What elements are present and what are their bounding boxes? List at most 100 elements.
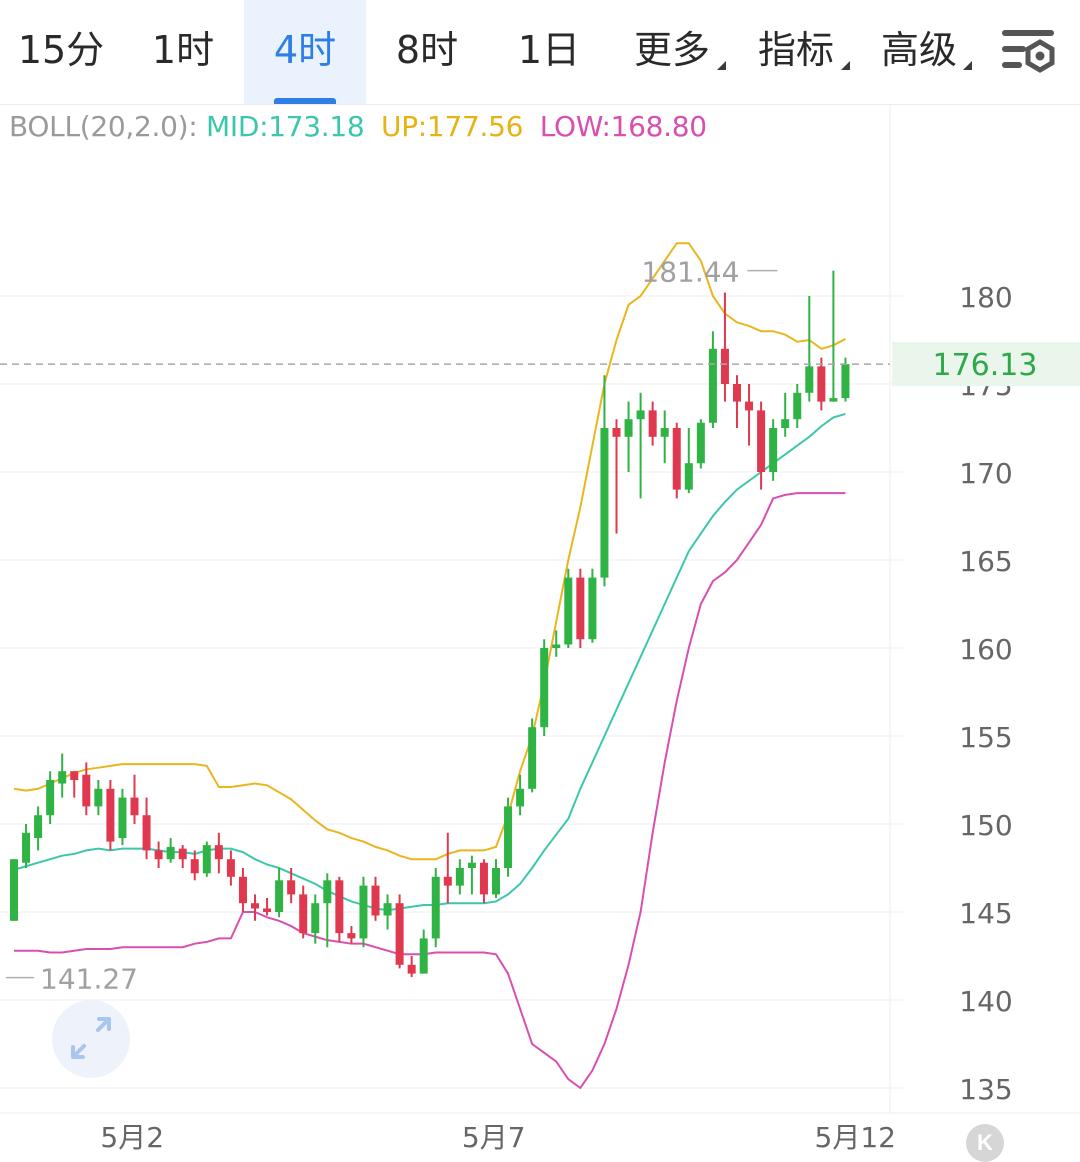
dropdown-caret-icon <box>717 61 726 70</box>
candle-body <box>696 422 705 464</box>
candle-body <box>564 577 573 645</box>
candle-body <box>10 859 18 921</box>
candle-body <box>82 774 91 807</box>
candle-body <box>311 903 320 934</box>
candle-body <box>516 788 525 807</box>
candle-body <box>612 428 621 437</box>
candle-body <box>323 880 332 904</box>
candle-body <box>371 885 380 916</box>
candle-body <box>552 644 561 648</box>
candle-body <box>299 894 308 934</box>
x-tick-label: 5月2 <box>100 1121 164 1154</box>
candle-body <box>479 862 488 895</box>
candle-body <box>720 348 729 384</box>
candle-body <box>745 401 754 411</box>
tab-1hour[interactable]: 1时 <box>122 0 244 104</box>
kline-logo-button[interactable]: K <box>966 1124 1004 1162</box>
candle-body <box>383 903 392 916</box>
candle-body <box>70 771 79 780</box>
candle-body <box>34 815 43 839</box>
candle-body <box>733 384 741 402</box>
boll-mid-line <box>13 412 846 912</box>
period-toolbar: 15分 1时 4时 8时 1日 更多 指标 高级 <box>0 0 1080 105</box>
y-tick-label: 170 <box>959 457 1012 490</box>
boll-lower-band-line <box>14 492 846 1090</box>
candle-body <box>467 862 476 868</box>
candle-body <box>94 788 103 807</box>
max-price-label: 181.44 <box>641 256 739 289</box>
candle-body <box>708 348 717 423</box>
y-tick-label: 135 <box>959 1073 1012 1106</box>
tab-4hour[interactable]: 4时 <box>244 0 366 104</box>
y-tick-label: 165 <box>959 545 1012 578</box>
candle-body <box>684 463 693 490</box>
candle-body <box>359 885 368 939</box>
candle-body <box>238 876 247 904</box>
candle-body <box>672 428 681 490</box>
candle-body <box>407 964 416 974</box>
candle-body <box>600 428 609 578</box>
candle-body <box>443 876 452 886</box>
tab-indicators-dropdown[interactable]: 指标 <box>734 0 858 104</box>
dropdown-caret-icon <box>841 61 850 70</box>
candle-body <box>251 903 259 909</box>
tab-1day[interactable]: 1日 <box>488 0 610 104</box>
candle-body <box>106 788 115 842</box>
candle-body <box>757 410 766 472</box>
boll-upper-band-line <box>13 242 846 861</box>
tab-15min[interactable]: 15分 <box>0 0 122 104</box>
candle-body <box>178 848 187 860</box>
candle-body <box>805 366 814 393</box>
fullscreen-button[interactable] <box>52 1000 130 1078</box>
candle-body <box>528 727 537 789</box>
y-tick-label: 160 <box>959 633 1012 666</box>
candle-body <box>829 398 838 402</box>
candle-body <box>130 797 139 816</box>
dropdown-caret-icon <box>963 61 972 70</box>
candle-body <box>636 410 645 420</box>
candle-body <box>190 859 199 874</box>
candle-body <box>347 933 356 939</box>
candle-body <box>46 780 55 816</box>
x-tick-label: 5月7 <box>462 1121 526 1154</box>
y-tick-label: 145 <box>959 897 1012 930</box>
candle-body <box>492 868 500 895</box>
tab-8hour[interactable]: 8时 <box>366 0 488 104</box>
candle-body <box>540 648 549 728</box>
y-tick-label: 150 <box>959 809 1012 842</box>
candle-body <box>335 880 344 934</box>
candle-body <box>576 577 585 640</box>
candle-body <box>624 419 633 437</box>
candlestick-chart[interactable]: 1351401451501551601651701751805月25月75月12… <box>0 104 1080 1159</box>
y-tick-label: 155 <box>959 721 1012 754</box>
chart-settings-icon[interactable] <box>998 22 1060 82</box>
candle-body <box>202 845 211 874</box>
candle-body <box>22 832 31 863</box>
candle-body <box>504 806 513 868</box>
y-tick-label: 180 <box>959 281 1012 314</box>
candle-body <box>431 876 440 939</box>
candle-body <box>275 880 284 912</box>
candle-body <box>118 797 127 839</box>
y-tick-label: 140 <box>959 985 1012 1018</box>
candle-body <box>142 815 151 851</box>
candle-body <box>841 364 850 399</box>
candle-body <box>817 366 826 402</box>
candle-body <box>660 428 669 437</box>
candle-body <box>455 868 464 886</box>
candle-body <box>166 846 175 860</box>
tab-advanced-dropdown[interactable]: 高级 <box>858 0 980 104</box>
min-price-label: 141.27 <box>40 963 138 996</box>
expand-icon <box>71 1017 111 1059</box>
candle-body <box>287 880 296 895</box>
candle-body <box>395 903 404 965</box>
candle-body <box>648 410 657 437</box>
x-tick-label: 5月12 <box>815 1121 896 1154</box>
candle-body <box>588 577 597 640</box>
candle-body <box>781 419 790 428</box>
candle-body <box>154 850 163 860</box>
tab-more-dropdown[interactable]: 更多 <box>610 0 734 104</box>
candle-body <box>214 845 223 860</box>
candle-body <box>769 428 778 472</box>
candle-body <box>58 771 67 784</box>
